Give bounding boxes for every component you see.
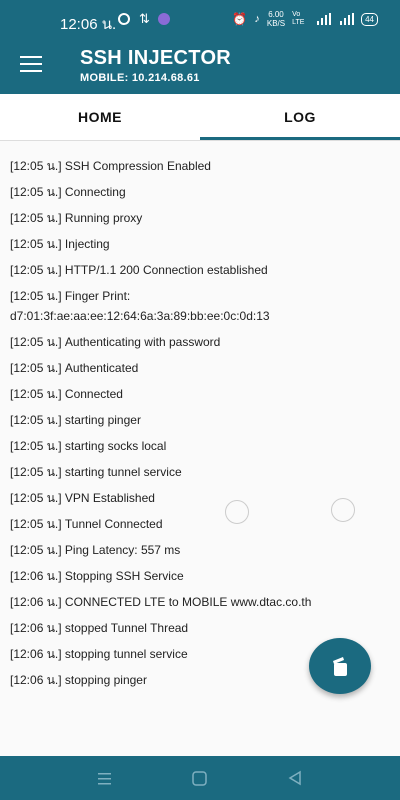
signal-icon xyxy=(317,13,332,25)
log-partial-line xyxy=(0,140,400,154)
alarm-icon: ⏰ xyxy=(232,12,248,26)
log-line: [12:05 น.] starting pinger xyxy=(10,413,141,427)
log-line: [12:05 น.] starting socks local xyxy=(10,439,167,453)
mute-icon: ♪ xyxy=(254,13,260,25)
log-line: [12:05 น.] Finger Print: d7:01:3f:ae:aa:… xyxy=(10,289,270,323)
log-line: [12:05 น.] Injecting xyxy=(10,237,110,251)
volte-label: Vo LTE xyxy=(292,11,305,26)
log-line: [12:06 น.] Stopping SSH Service xyxy=(10,569,184,583)
messenger-icon xyxy=(118,13,130,25)
4g-signal-icon xyxy=(340,13,355,25)
log-line: [12:05 น.] SSH Compression Enabled xyxy=(10,159,211,173)
status-right: ⏰ ♪ 6.00 KB/S Vo LTE 44 xyxy=(232,10,378,28)
home-icon[interactable] xyxy=(190,768,210,788)
app-icon xyxy=(158,13,170,25)
log-line: [12:06 น.] CONNECTED LTE to MOBILE www.d… xyxy=(10,595,312,609)
app-subtitle: MOBILE: 10.214.68.61 xyxy=(80,72,200,84)
speed-value: 6.00 xyxy=(268,10,284,19)
touch-indicator xyxy=(225,500,249,524)
log-line: [12:06 น.] stopped Tunnel Thread xyxy=(10,621,189,635)
log-line: [12:05 น.] Connected xyxy=(10,387,123,401)
log-line: [12:05 น.] Authenticating with password xyxy=(10,335,221,349)
log-line: [12:05 น.] HTTP/1.1 200 Connection estab… xyxy=(10,263,268,277)
status-bar: 12:06 น. ⇅ ⏰ ♪ 6.00 KB/S Vo LTE 44 xyxy=(0,0,400,40)
clear-log-icon xyxy=(333,657,347,676)
battery-icon: 44 xyxy=(361,12,378,26)
menu-icon[interactable] xyxy=(20,56,42,72)
log-line: [12:05 น.] Connecting xyxy=(10,185,126,199)
app-title: SSH INJECTOR xyxy=(80,47,232,69)
app-bar: SSH INJECTOR MOBILE: 10.214.68.61 xyxy=(0,40,400,94)
tab-log[interactable]: LOG xyxy=(200,94,400,140)
back-icon[interactable] xyxy=(285,768,305,788)
tab-bar: HOME LOG xyxy=(0,94,400,141)
log-line: [12:05 น.] starting tunnel service xyxy=(10,465,182,479)
log-line: [12:05 น.] Running proxy xyxy=(10,211,143,225)
status-time: 12:06 น. xyxy=(60,16,117,33)
tab-home[interactable]: HOME xyxy=(0,94,200,140)
touch-indicator xyxy=(331,498,355,522)
log-line: [12:05 น.] Authenticated xyxy=(10,361,139,375)
arrow-icon: ⇅ xyxy=(139,11,150,26)
log-line: [12:05 น.] Ping Latency: 557 ms xyxy=(10,543,181,557)
clear-log-button[interactable] xyxy=(309,638,371,694)
recents-icon[interactable] xyxy=(95,768,115,788)
speed-unit: KB/S xyxy=(266,19,286,28)
network-speed: 6.00 KB/S xyxy=(267,10,285,28)
system-nav-bar xyxy=(0,756,400,800)
